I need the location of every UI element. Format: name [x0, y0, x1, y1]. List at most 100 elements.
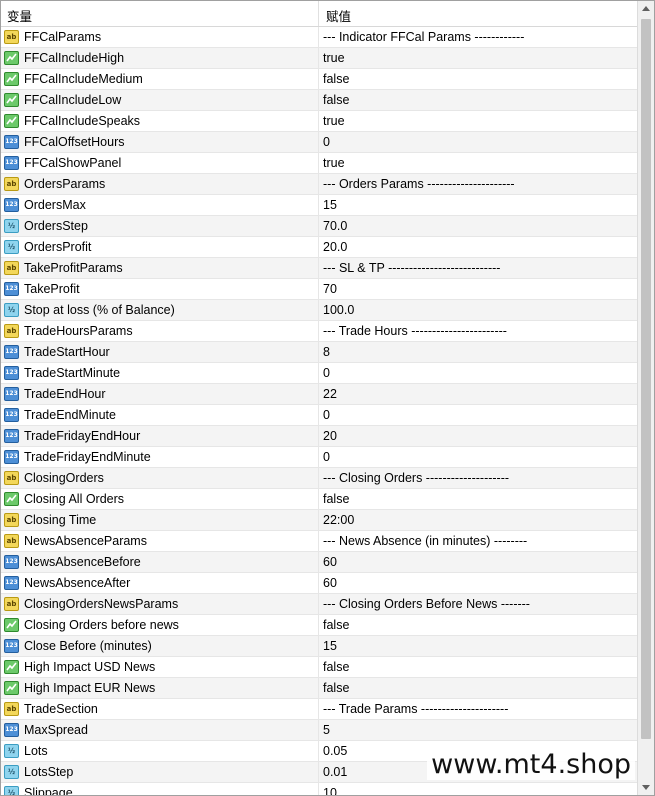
parameter-value[interactable]: false — [323, 681, 349, 695]
parameter-row[interactable]: High Impact EUR News false — [1, 678, 637, 699]
parameter-value[interactable]: false — [323, 72, 349, 86]
parameter-name: OrdersMax — [24, 198, 86, 212]
parameter-row[interactable]: ½ OrdersProfit 20.0 — [1, 237, 637, 258]
parameter-row[interactable]: ½ Stop at loss (% of Balance) 100.0 — [1, 300, 637, 321]
parameter-row[interactable]: 123 TradeFridayEndHour 20 — [1, 426, 637, 447]
parameter-value[interactable]: 60 — [323, 555, 337, 569]
parameter-value[interactable]: 70.0 — [323, 219, 347, 233]
parameter-row[interactable]: FFCalIncludeMedium false — [1, 69, 637, 90]
parameter-row[interactable]: 123 TradeStartHour 8 — [1, 342, 637, 363]
parameter-row[interactable]: ab NewsAbsenceParams --- News Absence (in … — [1, 531, 637, 552]
parameter-name: NewsAbsenceAfter — [24, 576, 131, 590]
parameter-row[interactable]: 123 TakeProfit 70 — [1, 279, 637, 300]
parameter-row[interactable]: ½ OrdersStep 70.0 — [1, 216, 637, 237]
column-divider — [318, 216, 319, 237]
parameter-row[interactable]: 123 TradeStartMinute 0 — [1, 363, 637, 384]
scroll-down-arrow-icon[interactable] — [642, 785, 650, 790]
parameter-row[interactable]: 123 OrdersMax 15 — [1, 195, 637, 216]
parameter-row[interactable]: 123 FFCalShowPanel true — [1, 153, 637, 174]
parameter-row[interactable]: ½ Slippage 10 — [1, 783, 637, 795]
double-type-icon: ½ — [4, 786, 19, 795]
double-type-icon: ½ — [4, 240, 19, 254]
parameter-row[interactable]: Closing All Orders false — [1, 489, 637, 510]
parameter-name: TradeEndHour — [24, 387, 106, 401]
parameter-value[interactable]: false — [323, 618, 349, 632]
parameter-value[interactable]: 0.01 — [323, 765, 347, 779]
parameter-value[interactable]: --- Closing Orders Before News ------- — [323, 597, 530, 611]
parameter-row[interactable]: ab TakeProfitParams --- SL & TP ----------… — [1, 258, 637, 279]
parameter-value[interactable]: false — [323, 492, 349, 506]
parameter-row[interactable]: 123 MaxSpread 5 — [1, 720, 637, 741]
parameter-row[interactable]: 123 TradeFridayEndMinute 0 — [1, 447, 637, 468]
column-divider — [318, 237, 319, 258]
parameter-value[interactable]: 5 — [323, 723, 330, 737]
parameter-row[interactable]: ab ClosingOrders --- Closing Orders ------… — [1, 468, 637, 489]
parameter-value[interactable]: true — [323, 156, 345, 170]
parameter-value[interactable]: 100.0 — [323, 303, 354, 317]
parameter-row[interactable]: ab TradeHoursParams --- Trade Hours ------… — [1, 321, 637, 342]
parameter-value[interactable]: 70 — [323, 282, 337, 296]
parameter-value[interactable]: false — [323, 660, 349, 674]
parameter-value[interactable]: 20 — [323, 429, 337, 443]
column-divider — [318, 342, 319, 363]
parameter-row[interactable]: ab OrdersParams --- Orders Params --------… — [1, 174, 637, 195]
parameter-value[interactable]: true — [323, 114, 345, 128]
parameter-value[interactable]: 0 — [323, 408, 330, 422]
parameter-value[interactable]: 22:00 — [323, 513, 354, 527]
parameter-name: TradeSection — [24, 702, 98, 716]
parameter-row[interactable]: ab ClosingOrdersNewsParams --- Closing Ord… — [1, 594, 637, 615]
parameter-row[interactable]: High Impact USD News false — [1, 657, 637, 678]
parameter-value[interactable]: 0 — [323, 450, 330, 464]
parameter-row[interactable]: 123 TradeEndMinute 0 — [1, 405, 637, 426]
parameter-row[interactable]: ab Closing Time 22:00 — [1, 510, 637, 531]
column-divider[interactable] — [318, 1, 319, 26]
parameter-value[interactable]: 22 — [323, 387, 337, 401]
column-header-variable[interactable]: 变量 — [7, 6, 32, 25]
vertical-scrollbar[interactable] — [637, 1, 654, 795]
parameter-row[interactable]: 123 NewsAbsenceBefore 60 — [1, 552, 637, 573]
parameter-row[interactable]: Closing Orders before news false — [1, 615, 637, 636]
parameter-value[interactable]: --- Closing Orders -------------------- — [323, 471, 509, 485]
parameter-value[interactable]: 15 — [323, 198, 337, 212]
scroll-up-arrow-icon[interactable] — [642, 6, 650, 11]
parameter-value[interactable]: --- News Absence (in minutes) -------- — [323, 534, 527, 548]
parameter-row[interactable]: ab TradeSection --- Trade Params ---------… — [1, 699, 637, 720]
parameter-value[interactable]: --- SL & TP --------------------------- — [323, 261, 500, 275]
parameter-row[interactable]: 123 NewsAbsenceAfter 60 — [1, 573, 637, 594]
parameter-row[interactable]: 123 Close Before (minutes) 15 — [1, 636, 637, 657]
parameter-value[interactable]: 60 — [323, 576, 337, 590]
column-divider — [318, 762, 319, 783]
parameter-row[interactable]: 123 FFCalOffsetHours 0 — [1, 132, 637, 153]
parameter-value[interactable]: --- Indicator FFCal Params ------------ — [323, 30, 524, 44]
scroll-thumb[interactable] — [641, 19, 651, 739]
parameter-row[interactable]: 123 TradeEndHour 22 — [1, 384, 637, 405]
parameter-name: TakeProfitParams — [24, 261, 123, 275]
parameter-row[interactable]: ab FFCalParams --- Indicator FFCal Params … — [1, 27, 637, 48]
parameter-row[interactable]: FFCalIncludeSpeaks true — [1, 111, 637, 132]
parameter-value[interactable]: 8 — [323, 345, 330, 359]
integer-type-icon: 123 — [4, 387, 19, 401]
column-divider — [318, 132, 319, 153]
parameter-value[interactable]: 0.05 — [323, 744, 347, 758]
column-header-value[interactable]: 赋值 — [326, 6, 351, 25]
parameter-value[interactable]: --- Trade Hours ----------------------- — [323, 324, 507, 338]
parameter-value[interactable]: true — [323, 51, 345, 65]
column-divider — [318, 48, 319, 69]
parameter-value[interactable]: 0 — [323, 366, 330, 380]
double-type-icon: ½ — [4, 744, 19, 758]
column-divider — [318, 447, 319, 468]
parameter-value[interactable]: 20.0 — [323, 240, 347, 254]
parameter-value[interactable]: 10 — [323, 786, 337, 795]
parameter-value[interactable]: 0 — [323, 135, 330, 149]
parameter-row[interactable]: FFCalIncludeHigh true — [1, 48, 637, 69]
column-divider — [318, 279, 319, 300]
double-type-icon: ½ — [4, 765, 19, 779]
parameter-row[interactable]: FFCalIncludeLow false — [1, 90, 637, 111]
column-divider — [318, 426, 319, 447]
column-divider — [318, 510, 319, 531]
parameter-value[interactable]: 15 — [323, 639, 337, 653]
parameter-name: Lots — [24, 744, 48, 758]
parameter-value[interactable]: --- Orders Params --------------------- — [323, 177, 515, 191]
parameter-value[interactable]: false — [323, 93, 349, 107]
parameter-value[interactable]: --- Trade Params --------------------- — [323, 702, 508, 716]
